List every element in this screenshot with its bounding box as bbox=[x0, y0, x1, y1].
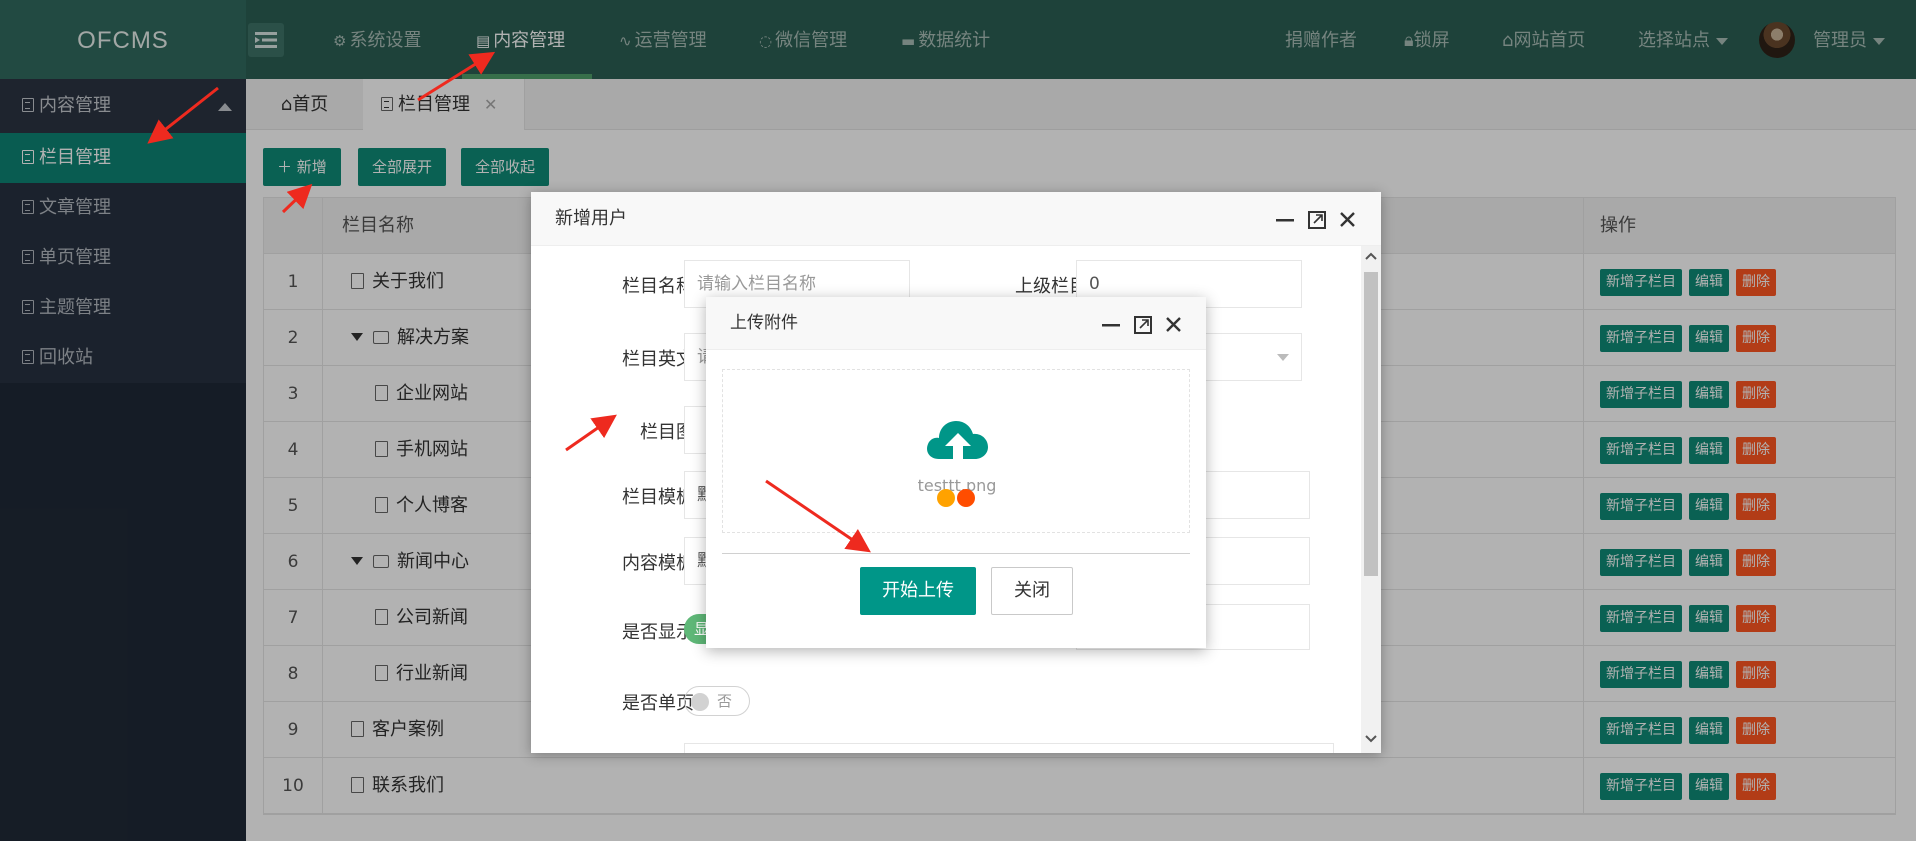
arrow-annotation bbox=[565, 414, 617, 452]
arrow-annotation bbox=[147, 86, 219, 144]
arrow-annotation bbox=[281, 183, 313, 214]
annotation-arrows bbox=[147, 51, 871, 553]
arrow-annotation bbox=[765, 479, 871, 553]
arrow-annotation bbox=[417, 51, 496, 102]
